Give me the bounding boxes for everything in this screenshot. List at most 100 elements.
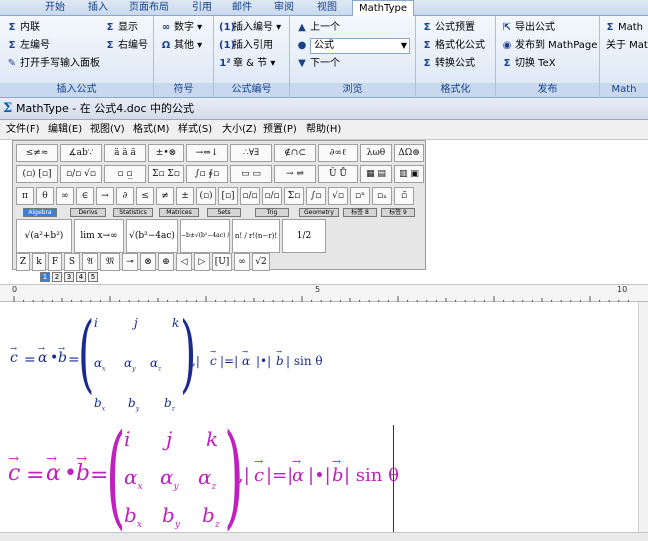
tab-page-layout[interactable]: 页面布局 <box>124 0 174 16</box>
leq-button[interactable]: ≤ <box>136 187 154 205</box>
infinity-button[interactable]: ∞ <box>56 187 74 205</box>
tab-derivs[interactable]: Derivs <box>70 208 106 217</box>
theta-button[interactable]: θ <box>36 187 54 205</box>
palette-spaces[interactable]: ∡ab∵ <box>60 144 102 162</box>
sym-oplus-button[interactable]: ⊕ <box>158 253 174 271</box>
menu-preferences[interactable]: 预置(P) <box>263 120 297 140</box>
sum-button[interactable]: Σ▫ <box>284 187 304 205</box>
template-quadratic-formula[interactable]: −b±√(b²−4ac) / 2a <box>180 219 230 253</box>
menu-view[interactable]: 视图(V) <box>90 120 125 140</box>
tab-mailings[interactable]: 邮件 <box>228 0 256 16</box>
left-number-button[interactable]: Σ 左编号 <box>6 38 50 54</box>
tab-algebra[interactable]: Algebra <box>23 208 57 217</box>
tab-trig[interactable]: Trig <box>255 208 289 217</box>
previous-button[interactable]: ▲ 上一个 <box>296 20 340 36</box>
menu-size[interactable]: 大小(Z) <box>222 120 257 140</box>
chapter-section-dropdown[interactable]: 1² 章 & 节 ▾ <box>219 56 275 72</box>
tab-geometry[interactable]: Geometry <box>299 208 339 217</box>
menu-format[interactable]: 格式(M) <box>133 120 169 140</box>
sym-sqrt2-button[interactable]: √2 <box>252 253 270 271</box>
template-half[interactable]: 1/2 <box>282 219 326 253</box>
handwriting-panel-button[interactable]: ✎ 打开手写输入面板 <box>6 56 100 72</box>
zoom-1-button[interactable]: 1 <box>40 272 50 282</box>
sym-f-button[interactable]: F <box>48 253 62 271</box>
fraction-button[interactable]: ▫/▫ <box>240 187 260 205</box>
other-dropdown[interactable]: Ω 其他 ▾ <box>160 38 202 54</box>
sqrt-button[interactable]: √▫ <box>328 187 348 205</box>
tab-mathtype[interactable]: MathType <box>352 0 414 16</box>
sym-infinity-button[interactable]: ∞ <box>234 253 250 271</box>
tab-label-9[interactable]: 标签 9 <box>381 208 415 217</box>
menu-edit[interactable]: 编辑(E) <box>48 120 82 140</box>
export-equations-button[interactable]: ⇱ 导出公式 <box>501 20 555 36</box>
sym-right-triangle-button[interactable]: ▷ <box>194 253 210 271</box>
integral-button[interactable]: ∫▫ <box>306 187 326 205</box>
palette-boxes[interactable]: ▥ ▣ <box>394 165 424 183</box>
palette-arrows[interactable]: →⇔↓ <box>186 144 228 162</box>
sym-otimes-button[interactable]: ⊗ <box>140 253 156 271</box>
menu-help[interactable]: 帮助(H) <box>306 120 341 140</box>
template-pythagoras[interactable]: √(a²+b²) <box>16 219 72 253</box>
palette-bars[interactable]: ▭ ▭ <box>230 165 272 183</box>
superscript-button[interactable]: ▫ˣ <box>350 187 370 205</box>
tab-home[interactable]: 开始 <box>40 0 70 16</box>
template-limit[interactable]: lim x→∞ <box>74 219 124 253</box>
insert-reference-button[interactable]: (1)插入引用 <box>219 38 273 54</box>
eq-preferences-button[interactable]: Σ 公式预置 <box>421 20 475 36</box>
palette-subscripts[interactable]: ▫ ▫̲ <box>104 165 146 183</box>
palette-embellishments[interactable]: ä ä ä <box>104 144 146 162</box>
pi-button[interactable]: π <box>16 187 34 205</box>
numbers-dropdown[interactable]: ∞ 数字 ▾ <box>160 20 202 36</box>
mathtype-button[interactable]: Σ Math <box>604 20 643 36</box>
horizontal-scrollbar[interactable] <box>0 532 648 541</box>
neq-button[interactable]: ≠ <box>156 187 174 205</box>
sym-bracket-u-button[interactable]: [U] <box>212 253 232 271</box>
element-of-button[interactable]: ∈ <box>76 187 94 205</box>
about-button[interactable]: 关于 Mat <box>606 38 648 54</box>
zoom-2-button[interactable]: 2 <box>52 272 62 282</box>
palette-fences[interactable]: (▫) [▫] <box>16 165 58 183</box>
palette-operators[interactable]: ±•⊗ <box>148 144 184 162</box>
palette-products[interactable]: Ū Ů <box>318 165 358 183</box>
equation-preview-small[interactable]: → c = → α • → b = ( i j k αx αy αz bx by bz… <box>6 304 336 420</box>
right-number-button[interactable]: Σ 右编号 <box>104 38 148 54</box>
subscript-button[interactable]: ▫ₓ <box>372 187 392 205</box>
tab-label-8[interactable]: 标签 8 <box>343 208 377 217</box>
display-button[interactable]: Σ 显示 <box>104 20 138 36</box>
sym-k-button[interactable]: k <box>32 253 46 271</box>
palette-labeled-arrows[interactable]: → ⇌ <box>274 165 316 183</box>
parens-button[interactable]: (▫) <box>196 187 216 205</box>
palette-relations[interactable]: ≤≠≈ <box>16 144 58 162</box>
browse-object-select[interactable]: 公式 ▼ <box>310 38 410 54</box>
palette-summations[interactable]: Σ▫ Σ▫ <box>148 165 184 183</box>
tab-matrices[interactable]: Matrices <box>159 208 199 217</box>
right-arrow-button[interactable]: → <box>96 187 114 205</box>
sym-s-button[interactable]: S <box>64 253 80 271</box>
tab-review[interactable]: 审阅 <box>270 0 298 16</box>
palette-integrals[interactable]: ∫▫ ∮▫ <box>186 165 228 183</box>
zoom-4-button[interactable]: 4 <box>76 272 86 282</box>
palette-misc[interactable]: ∂∞ℓ <box>318 144 358 162</box>
next-button[interactable]: ▼ 下一个 <box>296 56 340 72</box>
sym-fraktur-m-button[interactable]: 𝔐 <box>100 253 120 271</box>
tab-insert[interactable]: 插入 <box>84 0 112 16</box>
plus-minus-button[interactable]: ± <box>176 187 194 205</box>
tab-statistics[interactable]: Statistics <box>113 208 153 217</box>
template-combination[interactable]: n! / r!(n−r)! <box>232 219 280 253</box>
convert-equations-button[interactable]: Σ 转换公式 <box>421 56 475 72</box>
menu-file[interactable]: 文件(F) <box>6 120 40 140</box>
menu-style[interactable]: 样式(S) <box>178 120 212 140</box>
brackets-button[interactable]: [▫] <box>218 187 238 205</box>
palette-logic[interactable]: ∴∀∃ <box>230 144 272 162</box>
sym-fraktur-a-button[interactable]: 𝔄 <box>82 253 98 271</box>
insert-number-dropdown[interactable]: (1)插入编号 ▾ <box>219 20 281 36</box>
format-equations-button[interactable]: Σ 格式化公式 <box>421 38 485 54</box>
tab-sets[interactable]: Sets <box>207 208 241 217</box>
tilde-button[interactable]: ▫̃ <box>394 187 414 205</box>
sym-z-button[interactable]: Z <box>16 253 30 271</box>
inline-button[interactable]: Σ 内联 <box>6 20 40 36</box>
partial-button[interactable]: ∂ <box>116 187 134 205</box>
vertical-scrollbar[interactable] <box>638 302 648 532</box>
small-fraction-button[interactable]: ▫/▫ <box>262 187 282 205</box>
palette-greek-lower[interactable]: λωθ <box>360 144 392 162</box>
